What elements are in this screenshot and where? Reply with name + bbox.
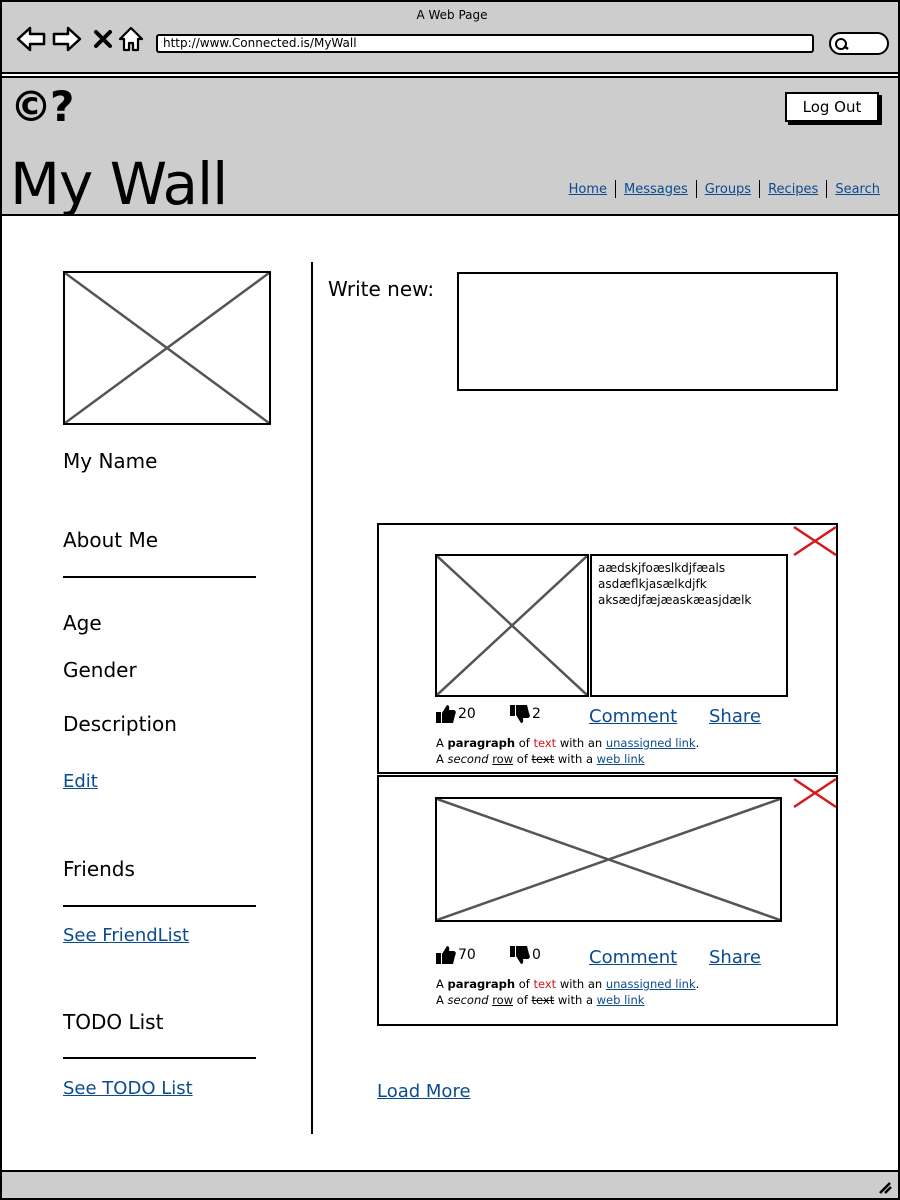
post-text: aædskjfoæslkdjfæals asdæflkjasælkdjfk ak… [590, 554, 788, 697]
nav-messages[interactable]: Messages [616, 182, 696, 197]
divider [63, 905, 256, 907]
gender-label: Gender [63, 658, 137, 682]
page-title: My Wall [10, 150, 228, 218]
share-link[interactable]: Share [709, 947, 761, 968]
dislike-count: 0 [532, 947, 541, 963]
post-paragraph: A paragraph of text with an unassigned l… [436, 977, 700, 1007]
thumbs-up-icon [436, 705, 456, 723]
search-icon [835, 38, 849, 50]
url-bar[interactable]: http://www.Connected.is/MyWall [156, 34, 814, 53]
nav-home[interactable]: Home [561, 182, 615, 197]
delete-post-icon[interactable] [792, 777, 838, 809]
nav-groups[interactable]: Groups [697, 182, 759, 197]
thumbs-down-icon [510, 705, 530, 723]
dislike-button[interactable]: 2 [509, 703, 541, 725]
post-image-placeholder [435, 797, 782, 922]
dislike-button[interactable]: 0 [509, 944, 541, 966]
like-count: 70 [458, 947, 476, 963]
post-text-line: aksædjfæjæaskæasjdælk [598, 593, 752, 607]
page-header: ©? My Wall Log Out Home Messages Groups … [0, 76, 900, 218]
web-link[interactable]: web link [597, 993, 645, 1007]
site-logo[interactable]: ©? [10, 82, 74, 131]
browser-titlebar: A Web Page http://www.Connected.is/MyWal… [0, 0, 900, 74]
delete-post-icon[interactable] [792, 525, 838, 557]
see-friendlist-link[interactable]: See FriendList [63, 925, 189, 946]
browser-statusbar [0, 1170, 900, 1200]
like-button[interactable]: 20 [435, 703, 476, 725]
divider [63, 1057, 256, 1059]
column-divider [311, 262, 313, 1134]
friends-heading: Friends [63, 857, 135, 881]
dislike-count: 2 [532, 706, 541, 722]
thumbs-down-icon [510, 946, 530, 964]
age-label: Age [63, 611, 102, 635]
resize-grip-icon[interactable] [876, 1180, 892, 1194]
divider [63, 576, 256, 578]
nav-search[interactable]: Search [827, 182, 880, 197]
forward-icon[interactable] [52, 24, 82, 54]
profile-name: My Name [63, 449, 158, 473]
post-text-line: asdæflkjasælkdjfk [598, 577, 707, 591]
like-button[interactable]: 70 [435, 944, 476, 966]
profile-image-placeholder [63, 271, 271, 425]
home-icon[interactable] [116, 24, 146, 54]
unassigned-link[interactable]: unassigned link [606, 977, 696, 991]
unassigned-link[interactable]: unassigned link [606, 736, 696, 750]
comment-link[interactable]: Comment [589, 947, 677, 968]
post-text-line: aædskjfoæslkdjfæals [598, 561, 726, 575]
see-todo-list-link[interactable]: See TODO List [63, 1078, 193, 1099]
stop-icon[interactable] [88, 24, 118, 54]
window-title: A Web Page [416, 8, 488, 22]
post-paragraph: A paragraph of text with an unassigned l… [436, 736, 700, 766]
post-image-placeholder [435, 554, 589, 697]
load-more-link[interactable]: Load More [377, 1081, 471, 1102]
web-link[interactable]: web link [597, 752, 645, 766]
main-nav: Home Messages Groups Recipes Search [561, 180, 880, 198]
comment-link[interactable]: Comment [589, 706, 677, 727]
browser-search-box[interactable] [829, 32, 889, 55]
logout-button[interactable]: Log Out [785, 92, 879, 122]
edit-profile-link[interactable]: Edit [63, 771, 98, 792]
nav-recipes[interactable]: Recipes [760, 182, 826, 197]
share-link[interactable]: Share [709, 706, 761, 727]
description-label: Description [63, 712, 177, 736]
write-new-input[interactable] [457, 272, 838, 391]
back-icon[interactable] [16, 24, 46, 54]
like-count: 20 [458, 706, 476, 722]
todo-heading: TODO List [63, 1010, 164, 1034]
thumbs-up-icon [436, 946, 456, 964]
write-new-label: Write new: [328, 277, 435, 301]
about-me-heading: About Me [63, 528, 159, 552]
